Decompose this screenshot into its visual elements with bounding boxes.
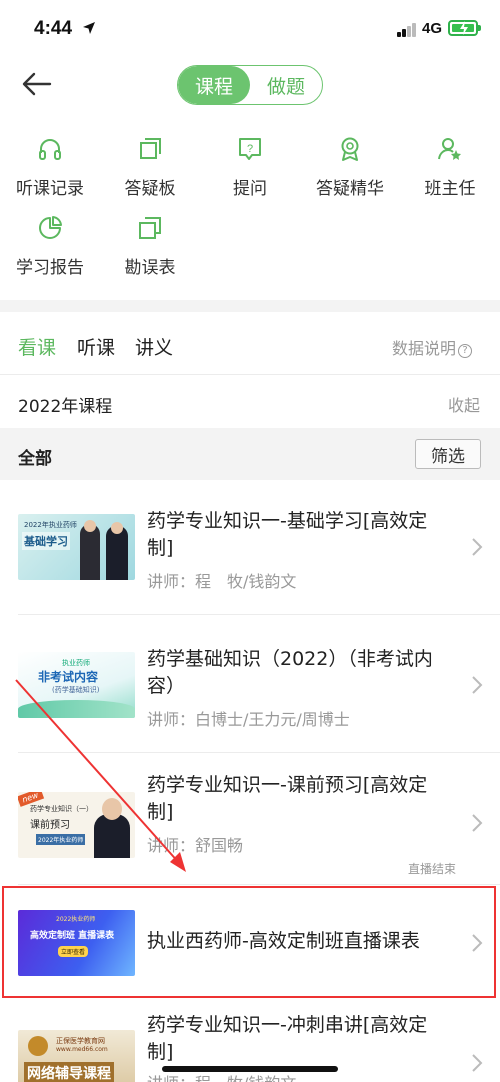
- thumb-text: 药学专业知识（一）: [30, 805, 93, 813]
- tool-label: 听课记录: [16, 179, 84, 199]
- course-title: 药学专业知识一-冲刺串讲[高效定制]: [147, 1014, 428, 1063]
- tab-handout[interactable]: 讲义: [135, 333, 173, 360]
- network-label: 4G: [422, 20, 443, 37]
- filter-button[interactable]: 筛选: [415, 439, 481, 469]
- status-time: 4:44: [34, 18, 73, 39]
- course-teacher: 讲师：白博士/王力元/周博士: [147, 710, 350, 729]
- thumb-text: 正保医学教育网: [56, 1037, 105, 1045]
- course-item[interactable]: 执业药师 非考试内容 (药学基础知识) 药学基础知识（2022）（非考试内容） …: [0, 614, 500, 752]
- course-teacher: 讲师：程 牧/钱韵文: [147, 572, 297, 591]
- tab-practice[interactable]: 做题: [250, 66, 322, 104]
- tool-study-report[interactable]: 学习报告: [0, 215, 100, 278]
- tool-qa-highlights[interactable]: 答疑精华: [300, 136, 400, 199]
- help-icon: ?: [458, 344, 472, 358]
- tool-label: 勘误表: [124, 258, 176, 278]
- board-icon: [140, 138, 161, 159]
- mode-switch: 课程 做题: [177, 65, 323, 105]
- home-indicator: [162, 1066, 338, 1072]
- all-label: 全部: [18, 449, 52, 469]
- course-title: 药学专业知识一-课前预习[高效定制]: [147, 774, 428, 823]
- course-thumbnail: 正保医学教育网 www.med66.com 网络辅导课程: [18, 1030, 135, 1082]
- thumb-text: (药学基础知识): [52, 686, 100, 694]
- report-icon: [39, 216, 62, 239]
- thumb-text: 基础学习: [22, 532, 70, 550]
- divider: [0, 374, 500, 375]
- svg-text:?: ?: [247, 143, 253, 155]
- course-thumbnail: 2022年执业药师 基础学习: [18, 514, 135, 580]
- live-ended-status: 直播结束: [407, 862, 456, 876]
- tab-listen[interactable]: 听课: [77, 333, 115, 360]
- thumb-text: 2022年执业药师: [24, 521, 77, 529]
- course-item[interactable]: new 药学专业知识（一） 课前预习 2022年执业药师 药学专业知识一-课前预…: [0, 752, 500, 884]
- course-thumbnail: 执业药师 非考试内容 (药学基础知识): [18, 652, 135, 718]
- thumb-text: 执业药师: [62, 659, 90, 667]
- tool-qa-board[interactable]: 答疑板: [100, 136, 200, 199]
- tool-label: 提问: [233, 179, 267, 199]
- headphones-icon: [39, 139, 61, 160]
- tab-watch[interactable]: 看课: [18, 333, 56, 360]
- chevron-right-icon: [472, 814, 483, 832]
- back-arrow-icon[interactable]: [20, 67, 54, 101]
- thumb-text: 网络辅导课程: [24, 1062, 114, 1082]
- tool-label: 答疑精华: [316, 179, 384, 199]
- data-note-label: 数据说明: [391, 339, 456, 358]
- chevron-right-icon: [472, 538, 483, 556]
- course-teacher: 讲师：舒国畅: [147, 836, 244, 855]
- data-note-link[interactable]: 数据说明?: [392, 335, 472, 359]
- chevron-right-icon: [472, 1054, 483, 1072]
- tool-ask[interactable]: ? 提问: [200, 136, 300, 199]
- tool-label: 答疑板: [124, 179, 176, 199]
- collapse-link[interactable]: 收起: [448, 392, 480, 416]
- chevron-right-icon: [472, 676, 483, 694]
- course-item[interactable]: 2022年执业药师 基础学习 药学专业知识一-基础学习[高效定制] 讲师：程 牧…: [0, 480, 500, 614]
- thumb-text: 课前预习: [30, 820, 70, 831]
- thumb-text: 2022年执业药师: [36, 834, 86, 845]
- tool-label: 班主任: [424, 179, 476, 199]
- tab-course[interactable]: 课程: [178, 66, 250, 104]
- tool-label: 学习报告: [16, 258, 84, 278]
- section-divider: [0, 300, 500, 312]
- errata-icon: [139, 217, 161, 239]
- award-icon: [341, 137, 359, 161]
- status-bar: 4:44 4G: [0, 0, 500, 60]
- battery-icon: [448, 20, 481, 36]
- thumb-text: 非考试内容: [38, 670, 99, 684]
- tool-listen-record[interactable]: 听课记录: [0, 136, 100, 199]
- tool-errata[interactable]: 勘误表: [100, 215, 200, 278]
- question-bubble-icon: ?: [239, 138, 261, 160]
- location-arrow-icon: [83, 22, 95, 34]
- signal-icon: [397, 23, 417, 37]
- course-title: 药学专业知识一-基础学习[高效定制]: [147, 510, 428, 559]
- tool-head-teacher[interactable]: 班主任: [400, 136, 500, 199]
- course-thumbnail: new 药学专业知识（一） 课前预习 2022年执业药师: [18, 792, 135, 858]
- thumb-text: www.med66.com: [56, 1046, 108, 1053]
- year-section-label: 2022年课程: [18, 397, 113, 417]
- course-title: 药学基础知识（2022）（非考试内容）: [147, 648, 433, 697]
- teacher-icon: [438, 138, 461, 160]
- annotation-highlight-box: [2, 886, 496, 998]
